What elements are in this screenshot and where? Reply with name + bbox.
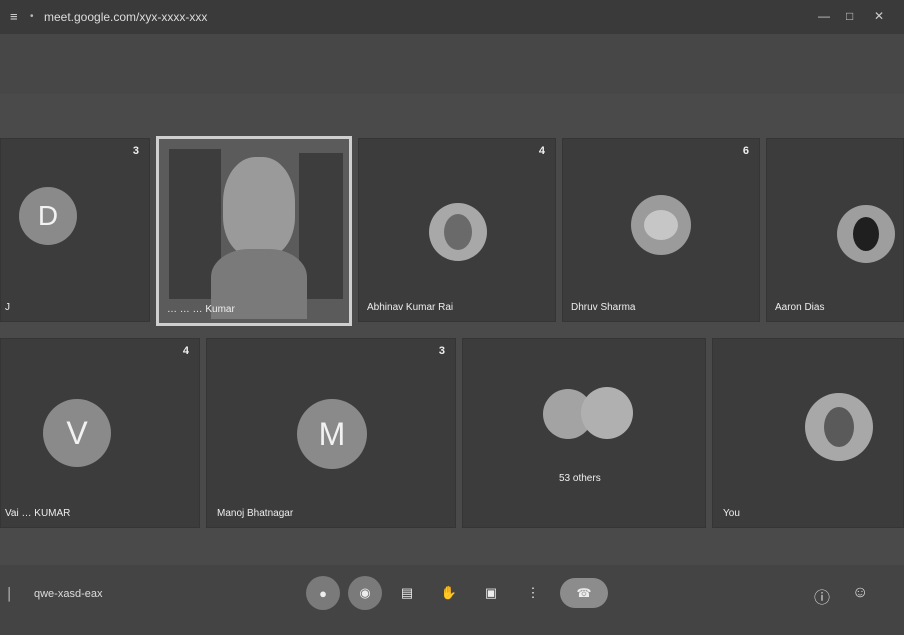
more-options-button[interactable]: ⋮ <box>516 576 550 610</box>
participant-tile[interactable]: 3 M Manoj Bhatnagar <box>206 338 456 528</box>
mic-icon: ● <box>319 585 327 601</box>
mic-button[interactable]: ● <box>306 576 340 610</box>
participant-badge: 6 <box>742 145 749 157</box>
raise-hand-button[interactable]: ✋ <box>432 576 466 610</box>
participant-name: You <box>723 508 740 519</box>
people-icon[interactable]: ☺ <box>852 584 868 602</box>
window-title: meet.google.com/xyx-xxxx-xxx <box>44 10 208 24</box>
self-tile[interactable]: You <box>712 338 904 528</box>
menu-icon[interactable]: ≡ <box>10 9 18 24</box>
participant-name: … … … Kumar <box>167 304 235 315</box>
participant-name: J <box>5 302 10 313</box>
portrait-shape <box>644 210 678 240</box>
maximize-icon[interactable]: □ <box>846 9 853 23</box>
present-button[interactable]: ▣ <box>474 576 508 610</box>
participant-name: Vai … KUMAR <box>5 508 71 519</box>
minimize-icon[interactable]: — <box>818 9 830 23</box>
tab-marker: • <box>30 11 34 22</box>
present-icon: ▣ <box>484 585 498 600</box>
participant-name: Dhruv Sharma <box>571 302 636 313</box>
participant-tile[interactable]: Aaron Dias <box>766 138 904 322</box>
others-count-label: 53 others <box>559 473 601 484</box>
camera-button[interactable]: ◉ <box>348 576 382 610</box>
header-area <box>0 34 904 94</box>
close-icon[interactable]: ✕ <box>874 9 884 23</box>
participant-tile[interactable]: 4 V Vai … KUMAR <box>0 338 200 528</box>
captions-button[interactable]: ▤ <box>390 576 424 610</box>
participant-tile[interactable]: 3 D J <box>0 138 150 322</box>
captions-icon: ▤ <box>400 585 414 600</box>
portrait-shape <box>444 214 472 250</box>
meeting-details-icon[interactable]: │ <box>6 587 14 601</box>
info-icon[interactable]: ⓘ <box>814 584 830 608</box>
avatar: V <box>43 399 111 467</box>
raise-hand-icon: ✋ <box>440 585 458 600</box>
participant-name: Abhinav Kumar Rai <box>367 302 454 313</box>
participant-name: Aaron Dias <box>775 302 825 313</box>
others-tile[interactable]: 53 others <box>462 338 706 528</box>
more-options-icon: ⋮ <box>526 585 540 600</box>
participant-badge: 4 <box>182 345 189 357</box>
participant-tile[interactable]: 6 Dhruv Sharma <box>562 138 760 322</box>
avatar: D <box>19 187 77 245</box>
participant-badge: 3 <box>132 145 139 157</box>
profile-photo-avatar <box>581 387 633 439</box>
browser-top-bar: ≡ • meet.google.com/xyx-xxxx-xxx — □ ✕ <box>0 0 904 35</box>
person-head <box>223 157 295 257</box>
profile-photo-avatar <box>429 203 487 261</box>
participant-tile[interactable]: 4 Abhinav Kumar Rai <box>358 138 556 322</box>
portrait-shape <box>824 407 854 447</box>
avatar: M <box>297 399 367 469</box>
profile-photo-avatar <box>631 195 691 255</box>
end-call-icon: ☎ <box>576 586 592 600</box>
profile-photo-avatar <box>837 205 895 263</box>
participant-badge: 3 <box>438 345 445 357</box>
participant-badge: 4 <box>538 145 545 157</box>
participant-name: Manoj Bhatnagar <box>217 508 294 519</box>
camera-icon: ◉ <box>359 585 371 600</box>
end-call-button[interactable]: ☎ <box>560 578 608 608</box>
participant-video-tile[interactable]: … … … Kumar <box>156 136 352 326</box>
meeting-code: qwe-xasd-eax <box>34 588 103 600</box>
portrait-shape <box>853 217 879 251</box>
profile-photo-avatar <box>805 393 873 461</box>
